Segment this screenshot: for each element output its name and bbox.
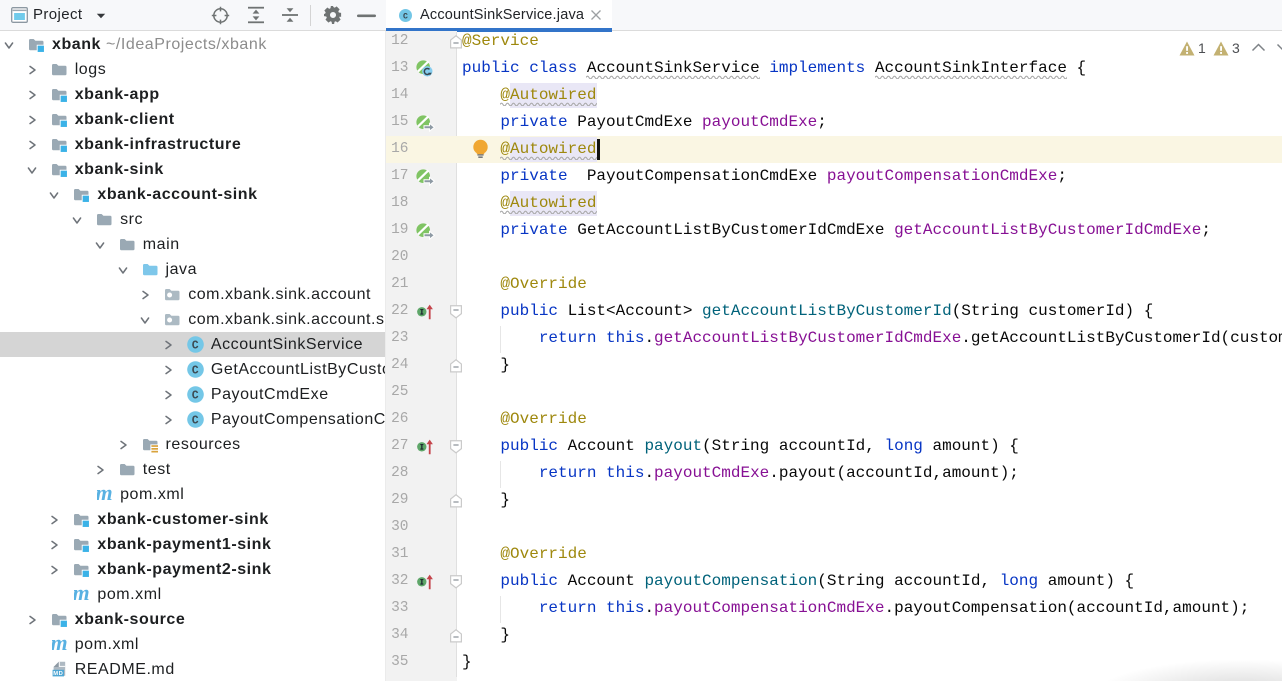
svg-text:m: m (52, 635, 68, 652)
svg-text:m: m (97, 485, 113, 502)
svg-text:m: m (74, 585, 90, 602)
svg-text:C: C (192, 339, 199, 352)
svg-text:C: C (192, 364, 199, 377)
svg-text:MD: MD (53, 671, 63, 677)
svg-text:C: C (403, 13, 408, 22)
svg-text:C: C (192, 389, 199, 402)
svg-text:C: C (192, 414, 199, 427)
